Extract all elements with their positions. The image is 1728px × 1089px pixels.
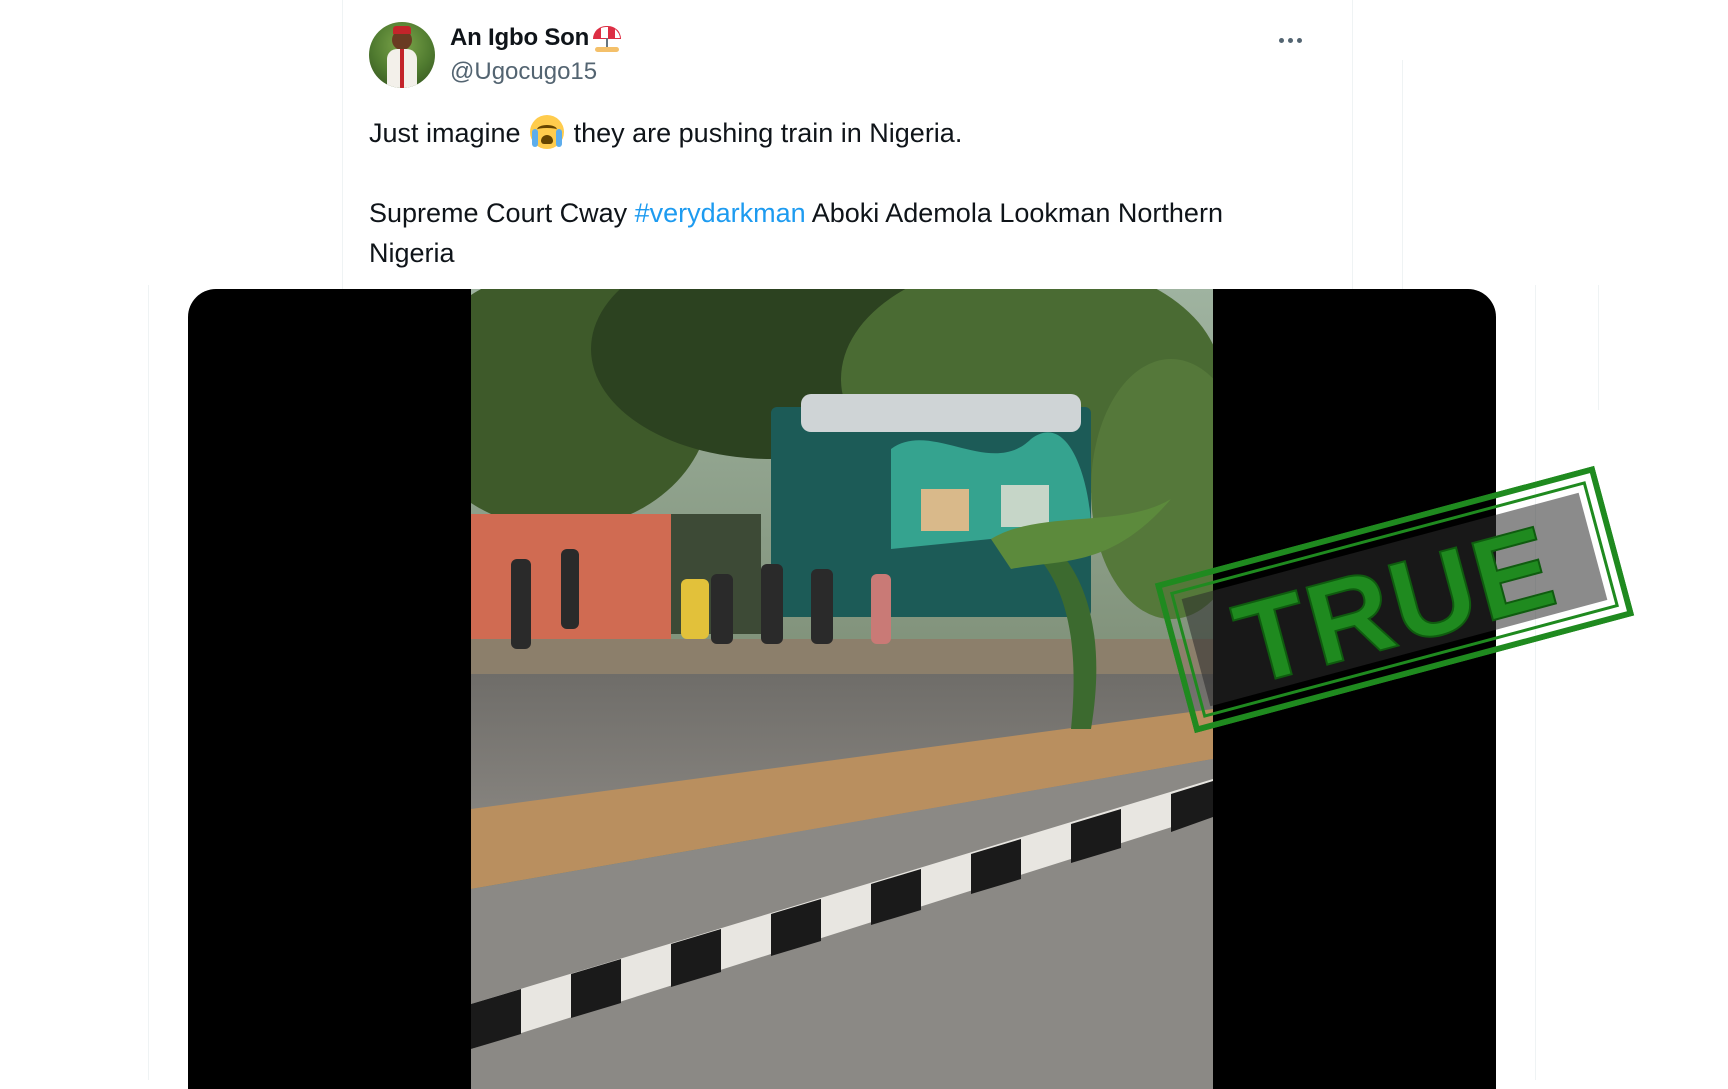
tweet-text-line2: Supreme Court Cway #verydarkman Aboki Ad… bbox=[369, 193, 1309, 273]
beach-umbrella-icon bbox=[593, 24, 622, 52]
timeline-border-right bbox=[1352, 0, 1353, 290]
tweet-text-part: they are pushing train in Nigeria. bbox=[573, 118, 963, 148]
tweet-text-part: Just imagine bbox=[369, 118, 521, 148]
video-frame bbox=[471, 289, 1213, 1089]
avatar-sash bbox=[400, 49, 404, 88]
media-border-right bbox=[1535, 285, 1536, 1080]
avatar-cap bbox=[393, 26, 411, 34]
author-name-text[interactable]: An Igbo Son bbox=[450, 24, 589, 52]
tweet-text-part: Supreme Court Cway bbox=[369, 198, 628, 228]
outer-border-right bbox=[1402, 60, 1403, 290]
media-border-right-outer bbox=[1598, 285, 1599, 410]
tweet-text: Just imagine they are pushing train in N… bbox=[369, 113, 1309, 313]
tweet[interactable]: An Igbo Son @Ugocugo15 Just imagine they… bbox=[342, 0, 1342, 285]
loudly-crying-face-icon bbox=[530, 115, 565, 149]
tweet-text-line1: Just imagine they are pushing train in N… bbox=[369, 113, 1309, 153]
hashtag-link[interactable]: #verydarkman bbox=[635, 198, 806, 228]
author-handle[interactable]: @Ugocugo15 bbox=[450, 58, 597, 86]
more-options-icon bbox=[1278, 37, 1284, 43]
author-name[interactable]: An Igbo Son bbox=[450, 24, 622, 52]
more-options-button[interactable] bbox=[1272, 22, 1308, 58]
avatar[interactable] bbox=[369, 22, 435, 88]
media-border-left bbox=[148, 285, 149, 1080]
